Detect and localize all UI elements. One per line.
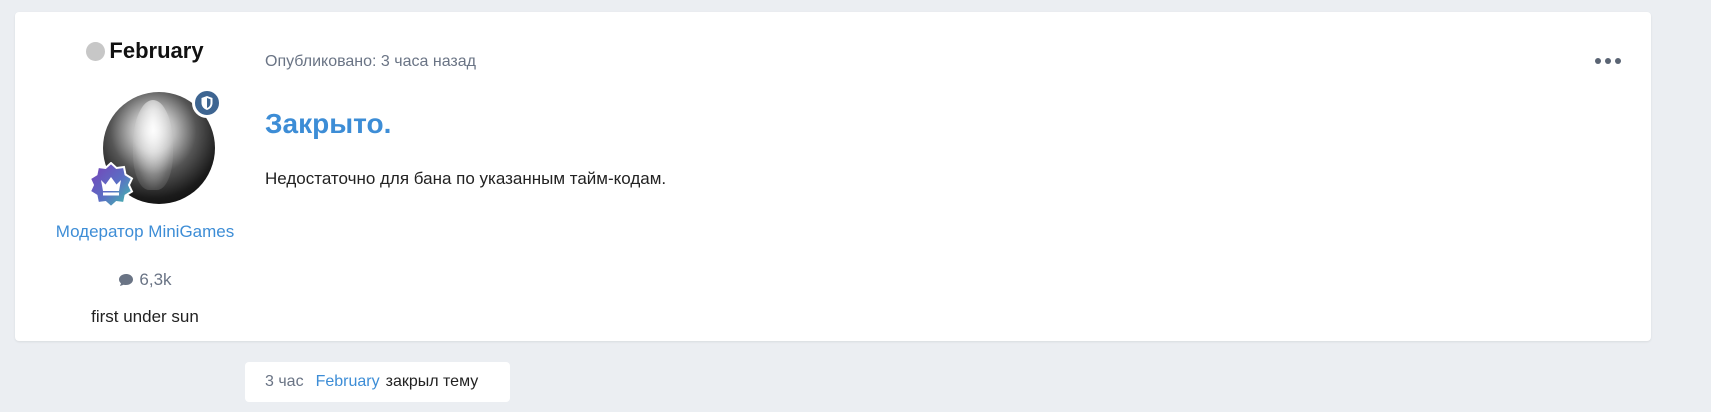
posts-count[interactable]: 6,3k <box>15 270 275 290</box>
event-time[interactable]: 3 час <box>265 373 304 391</box>
post-card: February Модератор MiniGames 6,3k first … <box>15 12 1651 341</box>
post-timestamp[interactable]: Опубликовано: 3 часа назад <box>265 53 476 71</box>
user-title: first under sun <box>91 307 199 326</box>
author-column: February Модератор MiniGames 6,3k first … <box>15 12 275 341</box>
group-name: Модератор MiniGames <box>55 222 235 241</box>
comment-icon <box>119 274 134 286</box>
author-name-row: February <box>15 38 275 64</box>
shield-icon <box>192 88 222 118</box>
post-heading: Закрыто. <box>265 108 392 139</box>
moderation-event: 3 час February закрыл тему <box>245 362 510 402</box>
author-name-link[interactable]: February <box>109 38 203 64</box>
more-horizontal-icon[interactable] <box>1595 52 1621 70</box>
crown-icon <box>88 162 134 208</box>
avatar-container <box>88 82 228 212</box>
offline-status-icon <box>86 41 106 61</box>
event-action: закрыл тему <box>385 373 479 390</box>
post-body: Недостаточно для бана по указанным тайм-… <box>265 169 667 188</box>
posts-count-value: 6,3k <box>139 270 172 289</box>
event-user-link[interactable]: February <box>316 373 380 391</box>
